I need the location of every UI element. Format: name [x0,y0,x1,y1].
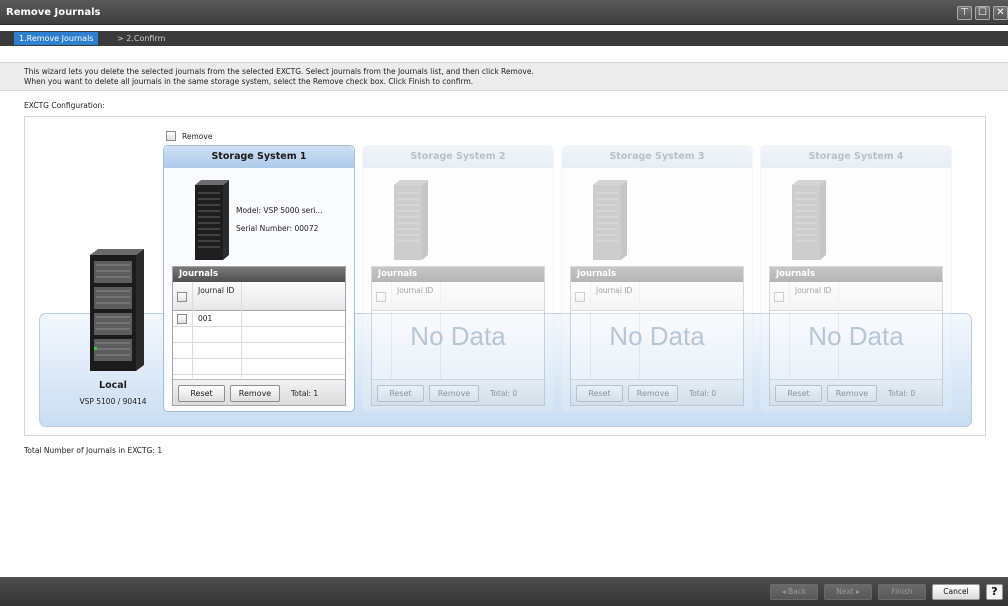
journals-table-footer: Reset Remove Total: 0 [571,379,743,405]
storage-system-2-title: Storage System 2 [363,146,553,168]
pin-icon[interactable]: ⊤ [957,6,972,20]
journals-total: Total: 1 [291,389,319,398]
journal-id-column-header: Journal ID [397,286,434,295]
journals-table-footer: Reset Remove Total: 0 [770,379,942,405]
breadcrumb-step-remove-journals: 1.Remove Journals [14,32,99,45]
storage-system-3-panel: Storage System 3 Journals Journal ID Res… [561,145,753,412]
server-icon [90,249,144,371]
next-button[interactable]: Next ▸ [824,584,872,600]
table-row[interactable]: 001 [173,311,345,327]
remove-option: Remove [166,131,212,141]
remove-checkbox[interactable] [166,131,176,141]
instructions-line-2: When you want to delete all journals in … [24,77,474,86]
reset-button[interactable]: Reset [178,385,225,402]
exctg-config-box: Remove Local VSP 5100 / 90414 Storage Sy… [24,116,986,436]
journal-id-column-header: Journal ID [795,286,832,295]
reset-button: Reset [377,385,424,402]
breadcrumb-step-confirm: > 2.Confirm [117,34,166,43]
exctg-config-label: EXCTG Configuration: [24,101,105,110]
table-row-empty [173,343,345,359]
storage-system-1-model: Model: VSP 5000 seri... [236,206,323,215]
journals-column-header-row: Journal ID [770,282,942,311]
window-title: Remove Journals [6,7,101,18]
storage-system-1-title: Storage System 1 [164,146,354,168]
storage-system-4-panel: Storage System 4 Journals Journal ID Res… [760,145,952,412]
local-storage-name: Local [99,380,127,391]
journals-table-header: Journals [571,267,743,282]
journals-column-header-row: Journal ID [372,282,544,311]
reset-button: Reset [775,385,822,402]
journal-id-column-header: Journal ID [596,286,633,295]
storage-system-1-serial: Serial Number: 00072 [236,224,319,233]
row-checkbox[interactable] [177,314,187,324]
storage-server-icon [394,180,428,260]
finish-button[interactable]: Finish [878,584,926,600]
remove-button[interactable]: Remove [230,385,280,402]
storage-system-3-title: Storage System 3 [562,146,752,168]
maximize-icon[interactable]: ☐ [975,6,990,20]
title-bar: Remove Journals ⊤ ☐ ✕ [0,0,1008,25]
reset-button: Reset [576,385,623,402]
help-icon[interactable]: ? [986,584,1003,600]
close-icon[interactable]: ✕ [993,6,1008,20]
window-controls: ⊤ ☐ ✕ [957,6,1008,20]
breadcrumb: 1.Remove Journals > 2.Confirm [0,31,1008,46]
journals-table: Journals Journal ID 001 Reset Remove Tot… [172,266,346,406]
journal-id-cell: 001 [198,314,213,323]
cancel-button[interactable]: Cancel [932,584,980,600]
local-storage-model: VSP 5100 / 90414 [79,397,147,406]
journals-table-header: Journals [770,267,942,282]
instructions-panel: This wizard lets you delete the selected… [0,62,1008,91]
storage-server-icon [792,180,826,260]
remove-checkbox-label: Remove [182,131,213,141]
journals-table-header: Journals [372,267,544,282]
storage-system-2-panel: Storage System 2 Journals Journal ID Res… [362,145,554,412]
select-all-checkbox [774,292,784,302]
journal-id-column-header[interactable]: Journal ID [198,286,238,296]
journals-total: Total: 0 [689,389,717,398]
journals-column-header-row: Journal ID [571,282,743,311]
remove-button: Remove [628,385,678,402]
journals-table-header: Journals [173,267,345,282]
storage-server-icon [195,180,229,260]
journals-total: Total: 0 [888,389,916,398]
no-data-message: No Data [410,321,506,351]
journals-table-footer: Reset Remove Total: 0 [372,379,544,405]
select-all-checkbox [376,292,386,302]
no-data-message: No Data [808,321,904,351]
storage-server-icon [593,180,627,260]
journals-table-footer: Reset Remove Total: 1 [173,379,345,405]
journals-total: Total: 0 [490,389,518,398]
storage-system-1-panel: Storage System 1 Model: VSP 5000 seri...… [163,145,355,412]
storage-system-1-info: Model: VSP 5000 seri... Serial Number: 0… [236,202,323,238]
table-row-empty [173,359,345,375]
remove-button: Remove [429,385,479,402]
back-button[interactable]: ◂ Back [770,584,818,600]
table-row-empty [173,327,345,343]
instructions-line-1: This wizard lets you delete the selected… [24,67,534,76]
select-all-checkbox[interactable] [177,292,187,302]
storage-system-4-title: Storage System 4 [761,146,951,168]
total-journals-summary: Total Number of Journals in EXCTG: 1 [24,446,163,455]
journals-column-header-row: Journal ID [173,282,345,311]
wizard-footer: ◂ Back Next ▸ Finish Cancel ? [0,577,1008,606]
remove-button: Remove [827,385,877,402]
no-data-message: No Data [609,321,705,351]
select-all-checkbox [575,292,585,302]
